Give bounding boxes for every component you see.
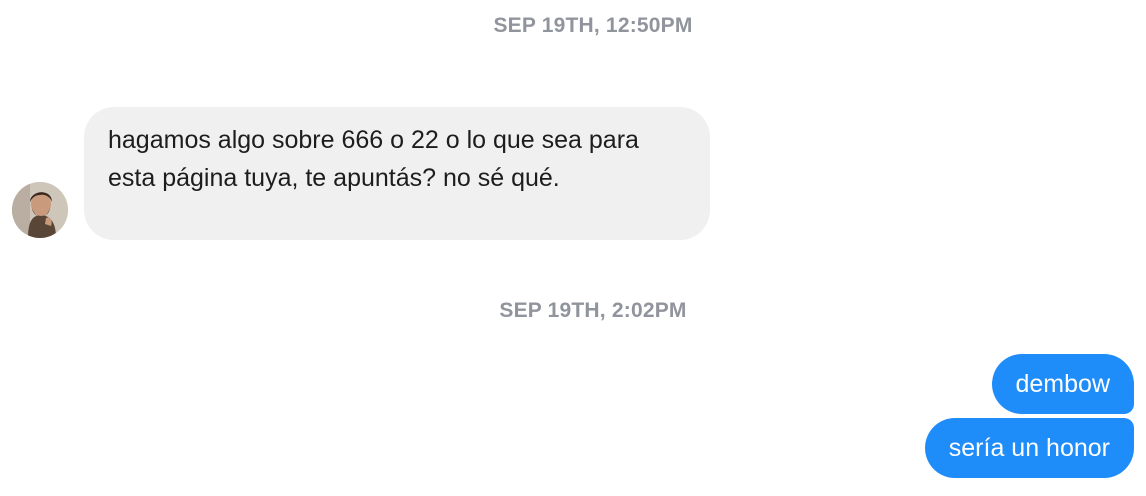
incoming-message-bubble[interactable]: hagamos algo sobre 666 o 22 o lo que sea… [84, 107, 710, 240]
outgoing-message-bubble[interactable]: dembow [991, 354, 1134, 414]
timestamp: SEP 19TH, 12:50PM [493, 14, 693, 37]
outgoing-message-bubble[interactable]: sería un honor [924, 418, 1134, 478]
user-avatar-icon [12, 182, 68, 238]
sender-avatar[interactable] [12, 182, 68, 238]
timestamp: SEP 19TH, 2:02PM [499, 299, 687, 322]
